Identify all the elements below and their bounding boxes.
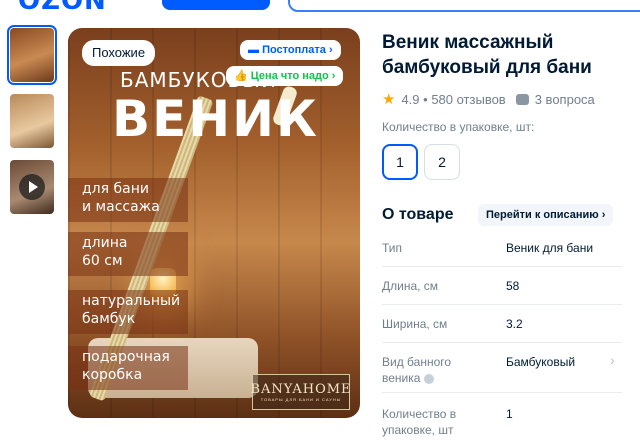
- thumbs-up-icon: 👍: [234, 70, 251, 82]
- logo[interactable]: OZON: [18, 0, 107, 16]
- brand-logo: BANYAHOME ТОВАРЫ ДЛЯ БАНИ И САУНЫ: [250, 374, 351, 410]
- spec-name: Длина, см: [382, 279, 439, 293]
- catalog-button[interactable]: [162, 0, 270, 10]
- similar-button[interactable]: Похожие: [82, 40, 156, 66]
- product-main-image[interactable]: БАМБУКОВЫЙ ВЕНИК для бани и массажа длин…: [68, 28, 360, 418]
- spec-row: Длина, см 58: [382, 276, 622, 305]
- qty-option-1[interactable]: 1: [382, 144, 418, 180]
- rating-row: ★ 4.9 • 580 отзывов 3 вопроса: [382, 91, 595, 108]
- search-input[interactable]: [288, 0, 640, 12]
- star-icon: ★: [382, 91, 396, 108]
- rating-value: 4.9: [401, 91, 420, 107]
- about-title: О товаре: [382, 206, 454, 223]
- image-title-big: ВЕНИК: [112, 90, 319, 148]
- spec-value: 3.2: [506, 317, 523, 331]
- chevron-right-icon: ›: [325, 44, 333, 56]
- spec-value: 58: [506, 279, 520, 293]
- spec-name: Вид банного веника: [382, 355, 452, 385]
- product-title: Веник массажный бамбуковый для бани: [382, 32, 592, 78]
- spec-name: Ширина, см: [382, 317, 448, 331]
- questions-link[interactable]: 3 вопроса: [535, 92, 595, 107]
- price-badge[interactable]: 👍 Цена что надо ›: [226, 66, 344, 86]
- spec-name: Тип: [382, 241, 403, 255]
- chat-icon: [515, 93, 529, 105]
- spec-row: Количество в упаковке, шт 1: [382, 404, 622, 440]
- reviews-link[interactable]: 580 отзывов: [431, 92, 505, 107]
- play-icon: [19, 174, 45, 200]
- qty-option-2[interactable]: 2: [424, 144, 460, 180]
- thumbnail-1[interactable]: [7, 25, 57, 85]
- feature-1: для бани и массажа: [82, 181, 160, 215]
- thumbnail-2[interactable]: [10, 94, 54, 148]
- spec-value: Веник для бани: [506, 241, 594, 255]
- spec-value: Бамбуковый: [506, 355, 576, 369]
- feature-4: подарочная коробка: [82, 349, 170, 383]
- goto-description-button[interactable]: Перейти к описанию ›: [478, 204, 614, 226]
- thumbnail-video[interactable]: [10, 160, 54, 214]
- spec-row[interactable]: Вид банного веника Бамбуковый ›: [382, 352, 622, 393]
- feature-3: натуральный бамбук: [82, 293, 181, 327]
- spec-row: Тип Веник для бани: [382, 238, 622, 267]
- postpay-badge[interactable]: ▬ Постоплата ›: [240, 40, 341, 60]
- thumbnail-list: [7, 25, 57, 226]
- spec-name: Количество в упаковке, шт: [382, 407, 457, 437]
- chevron-right-icon: ›: [598, 209, 606, 221]
- feature-2: длина 60 см: [82, 235, 128, 269]
- spec-value: 1: [506, 407, 513, 421]
- chevron-right-icon: ›: [328, 70, 336, 82]
- card-icon: ▬: [248, 44, 263, 56]
- chevron-right-icon: ›: [610, 352, 615, 368]
- top-bar: OZON: [0, 0, 640, 16]
- spec-row: Ширина, см 3.2: [382, 314, 622, 343]
- qty-label: Количество в упаковке, шт:: [382, 120, 535, 134]
- info-icon[interactable]: [424, 373, 435, 384]
